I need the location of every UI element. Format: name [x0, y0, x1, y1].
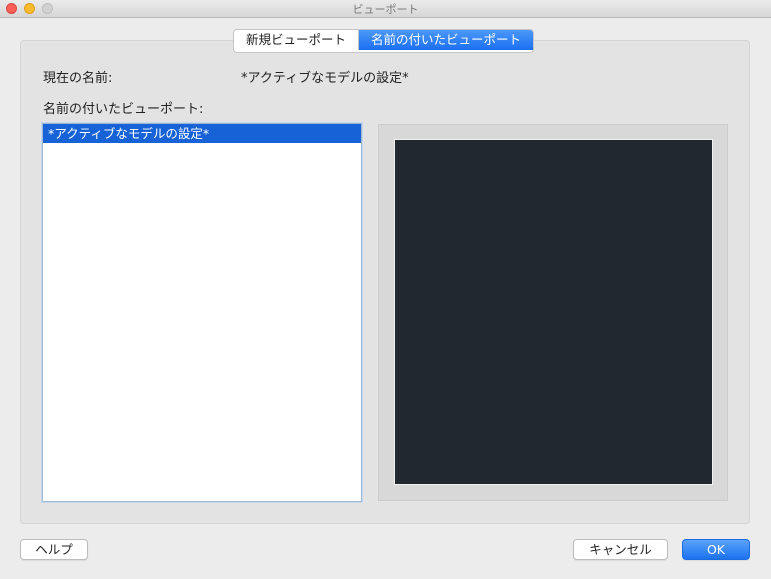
- named-viewports-label: 名前の付いたビューポート:: [43, 102, 204, 117]
- title-bar: ビューポート: [0, 0, 771, 18]
- preview-canvas: [394, 139, 713, 485]
- current-name-label: 現在の名前:: [43, 71, 113, 86]
- help-button[interactable]: ヘルプ: [20, 539, 88, 560]
- list-item[interactable]: *アクティブなモデルの設定*: [43, 124, 361, 143]
- viewport-preview: [378, 124, 728, 501]
- window-title: ビューポート: [352, 3, 419, 16]
- current-name-value: *アクティブなモデルの設定*: [241, 71, 409, 86]
- viewport-dialog: ビューポート 新規ビューポート 名前の付いたビューポート 現在の名前: *アクテ…: [0, 0, 771, 579]
- tab-new-viewports[interactable]: 新規ビューポート: [234, 30, 360, 50]
- tab-named-viewports[interactable]: 名前の付いたビューポート: [359, 30, 534, 50]
- ok-button[interactable]: OK: [682, 539, 750, 560]
- tab-bar: 新規ビューポート 名前の付いたビューポート: [233, 29, 535, 53]
- cancel-button[interactable]: キャンセル: [573, 539, 668, 560]
- named-viewports-list[interactable]: *アクティブなモデルの設定*: [42, 123, 362, 502]
